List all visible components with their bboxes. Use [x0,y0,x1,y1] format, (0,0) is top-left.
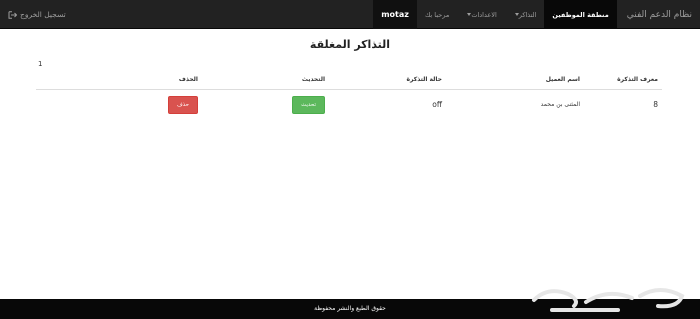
settings-label: الاعدادات [471,10,497,19]
settings-dropdown[interactable]: الاعدادات [457,0,504,29]
top-navbar: تسجيل الخروج motaz مرحبا بك الاعدادات ال… [0,0,700,29]
table-header-row: معرف التذكرة اسم العميل حالة التذكرة الت… [36,73,662,90]
update-button[interactable]: تحديث [292,95,325,114]
tickets-label: التذاكر [518,10,537,19]
table-row: 8 المثنى بن محمد off تحديث حذف [36,88,662,120]
ticket-id-cell: 8 [584,88,662,120]
page-number[interactable]: 1 [38,60,42,68]
page-title: التذاكر المغلقة [309,38,391,51]
delete-button[interactable]: حذف [168,95,198,114]
logout-link[interactable]: تسجيل الخروج [8,0,66,29]
header-client-name: اسم العميل [446,73,584,90]
tickets-dropdown[interactable]: التذاكر [505,0,545,29]
logout-icon [8,10,17,19]
header-update: التحديث [202,73,329,90]
footer-copyright: حقوق الطبع والنشر محفوظة [314,305,386,312]
header-delete: الحذف [36,73,202,90]
nav-staff-area[interactable]: منطقة الموظفين [544,0,617,29]
update-cell: تحديث [202,88,329,120]
logout-label: تسجيل الخروج [20,10,66,19]
ticket-status-cell: off [329,88,446,120]
user-name[interactable]: motaz [373,0,417,29]
watermark-logo [532,288,685,312]
navbar-menu: motaz مرحبا بك الاعدادات التذاكر منطقة ا… [373,0,700,29]
client-name-cell: المثنى بن محمد [446,88,584,120]
delete-cell: حذف [36,88,202,120]
header-ticket-status: حالة التذكرة [329,73,446,90]
brand-title[interactable]: نظام الدعم الفني [617,0,700,29]
header-ticket-id: معرف التذكرة [584,73,662,90]
closed-tickets-table: معرف التذكرة اسم العميل حالة التذكرة الت… [36,73,662,120]
welcome-text: مرحبا بك [424,10,450,19]
